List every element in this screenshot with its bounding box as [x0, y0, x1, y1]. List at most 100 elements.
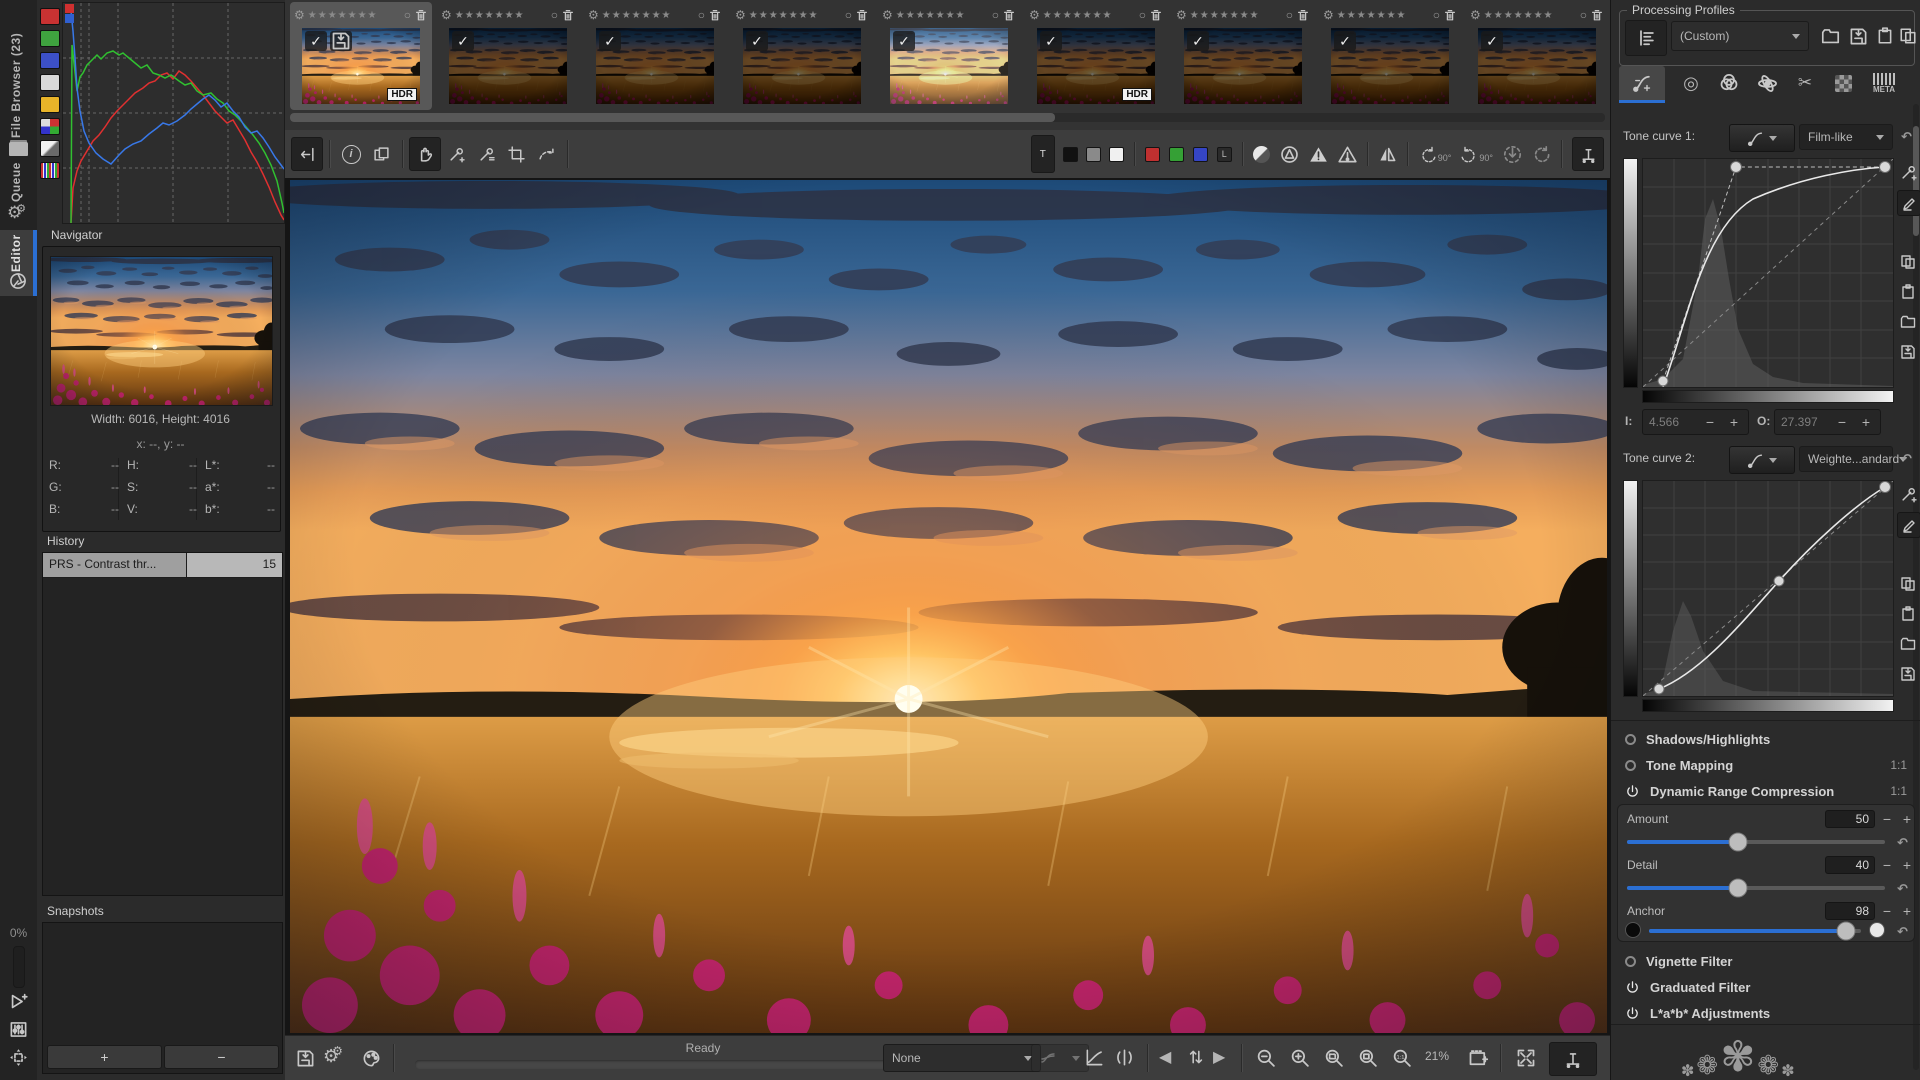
tab-transform[interactable]: ✂: [1787, 66, 1823, 100]
anchor-reset[interactable]: ↶: [1897, 924, 1908, 940]
curve1-paste-button[interactable]: [1897, 280, 1919, 304]
anchor-slider[interactable]: [1649, 921, 1861, 941]
color-label-icon[interactable]: ○: [698, 8, 705, 22]
rating-stars[interactable]: ★★★★★★★: [455, 10, 548, 21]
bg-white-swatch[interactable]: [1108, 146, 1124, 162]
minus-button[interactable]: −: [1879, 903, 1895, 919]
histogram-blue-toggle[interactable]: [40, 52, 60, 69]
rotate-left-button[interactable]: 90°: [1418, 146, 1451, 163]
image-info-button[interactable]: i: [336, 138, 366, 170]
color-picker-button[interactable]: [471, 138, 501, 170]
power-off-icon[interactable]: [1625, 759, 1636, 771]
curve1-picker-button[interactable]: [1897, 160, 1919, 184]
detail-value[interactable]: 40: [1825, 856, 1875, 874]
paste-profile-button[interactable]: [1873, 21, 1897, 51]
curve2-reset-button[interactable]: ↶: [1901, 451, 1912, 467]
curve1-load-button[interactable]: [1897, 310, 1919, 334]
rotate-right-button[interactable]: 90°: [1459, 146, 1493, 163]
trash-icon[interactable]: [1590, 8, 1604, 22]
slider-thumb[interactable]: [1836, 921, 1856, 941]
slider-thumb[interactable]: [1728, 878, 1748, 898]
thumbnail-image[interactable]: ✓: [596, 28, 714, 104]
history-row[interactable]: PRS - Contrast thr... 15: [43, 553, 282, 578]
rating-stars[interactable]: ★★★★★★★: [308, 10, 401, 21]
highlight-clipping-icon[interactable]: [1338, 145, 1357, 164]
folder-icon[interactable]: [9, 142, 28, 156]
color-label-icon[interactable]: ○: [1286, 8, 1293, 22]
snapshot-profile-button[interactable]: [1031, 1044, 1089, 1072]
curve1-edit-button[interactable]: [1897, 190, 1920, 216]
amount-value[interactable]: 50: [1825, 810, 1875, 828]
false-color-icon[interactable]: [1252, 145, 1270, 163]
power-off-icon[interactable]: [1625, 955, 1636, 967]
rating-stars[interactable]: ★★★★★★★: [1190, 10, 1283, 21]
expander-shadows-highlights[interactable]: Shadows/Highlights: [1611, 726, 1920, 752]
histogram-green-toggle[interactable]: [40, 30, 60, 47]
minus-button[interactable]: −: [1834, 414, 1850, 430]
background-color-button[interactable]: T: [1030, 135, 1055, 173]
power-off-icon[interactable]: [1625, 733, 1636, 745]
sharpening-contrast-mask-icon[interactable]: [1378, 145, 1397, 164]
plus-button[interactable]: +: [1899, 857, 1915, 873]
swap-images-icon[interactable]: [1187, 1048, 1205, 1066]
zoom-out-button[interactable]: [1251, 1044, 1281, 1072]
straighten-tool-button[interactable]: [531, 138, 561, 170]
filmstrip-thumbnail[interactable]: ⚙ ★★★★★★★ ○ ✓ HDR: [290, 2, 432, 110]
rating-stars[interactable]: ★★★★★★★: [1484, 10, 1577, 21]
color-label-icon[interactable]: ○: [992, 8, 999, 22]
trash-icon[interactable]: [1149, 8, 1163, 22]
center-view-icon[interactable]: [9, 1048, 28, 1067]
hide-filmstrip-button[interactable]: [291, 137, 323, 171]
history-list[interactable]: Photo loaded(Last Saved)Exposure - Tone …: [42, 552, 283, 896]
curve2-picker-button[interactable]: [1897, 482, 1919, 506]
shadow-clipping-icon[interactable]: [1309, 145, 1328, 164]
thumbnail-image[interactable]: ✓: [1331, 28, 1449, 104]
plus-button[interactable]: +: [1726, 414, 1742, 430]
rating-stars[interactable]: ★★★★★★★: [896, 10, 989, 21]
expander-dynamic-range-compression[interactable]: Dynamic Range Compression 1:1: [1611, 778, 1920, 804]
blue-channel-swatch[interactable]: [1192, 146, 1208, 162]
show-additional-info-icon[interactable]: [9, 992, 28, 1011]
color-label-icon[interactable]: ○: [1433, 8, 1440, 22]
before-after-button[interactable]: [366, 138, 396, 170]
bg-gray-swatch[interactable]: [1085, 146, 1101, 162]
curve2-paste-button[interactable]: [1897, 602, 1919, 626]
plus-button[interactable]: +: [1858, 414, 1874, 430]
green-channel-swatch[interactable]: [1168, 146, 1184, 162]
trash-icon[interactable]: [1002, 8, 1016, 22]
curve1-editor[interactable]: [1642, 158, 1894, 388]
curve2-mode-dropdown[interactable]: Weighte...andard: [1799, 446, 1908, 472]
zoom-in-button[interactable]: [1285, 1044, 1315, 1072]
thumbnail-image[interactable]: ✓ HDR: [302, 28, 420, 104]
tab-file-browser[interactable]: File Browser (23): [9, 12, 23, 138]
trash-icon[interactable]: [708, 8, 722, 22]
color-label-icon[interactable]: ○: [845, 8, 852, 22]
thumbnail-image[interactable]: ✓: [743, 28, 861, 104]
output-value-spinner[interactable]: 27.397 − +: [1774, 409, 1881, 435]
gamut-check-icon[interactable]: [1280, 145, 1299, 164]
histogram-red-toggle[interactable]: [40, 8, 60, 25]
trash-icon[interactable]: [1443, 8, 1457, 22]
tab-exposure[interactable]: [1619, 66, 1665, 103]
copy-profile-button[interactable]: [1896, 21, 1920, 51]
filmstrip-scrollbar[interactable]: [290, 113, 1605, 122]
curve2-edit-button[interactable]: [1897, 512, 1920, 538]
rating-stars[interactable]: ★★★★★★★: [602, 10, 695, 21]
filmstrip-thumbnail[interactable]: ⚙ ★★★★★★★ ○ ✓: [1466, 2, 1608, 110]
filmstrip-thumbnail[interactable]: ⚙ ★★★★★★★ ○ ✓: [731, 2, 873, 110]
filmstrip[interactable]: ⚙ ★★★★★★★ ○ ✓ HDR ⚙ ★★★★★★★ ○ ✓ ⚙ ★★★★★★…: [285, 0, 1610, 131]
expander-lab-adjustments[interactable]: L*a*b* Adjustments: [1611, 1000, 1920, 1026]
minus-button[interactable]: −: [1879, 811, 1895, 827]
add-to-queue-button[interactable]: ⚙⚙: [323, 1044, 350, 1067]
histogram-chroma-toggle[interactable]: [40, 96, 60, 113]
load-profile-button[interactable]: [1817, 21, 1843, 51]
main-image[interactable]: [290, 180, 1607, 1033]
curve2-editor[interactable]: [1642, 480, 1894, 697]
adjuster-mixer-icon[interactable]: [9, 1020, 28, 1039]
tab-raw[interactable]: [1825, 66, 1861, 100]
histogram-rgb-mode-toggle[interactable]: [40, 118, 60, 135]
save-profile-button[interactable]: [1845, 21, 1871, 51]
rating-stars[interactable]: ★★★★★★★: [1337, 10, 1430, 21]
trash-icon[interactable]: [1296, 8, 1310, 22]
dock-panels-button[interactable]: [1549, 1042, 1597, 1076]
